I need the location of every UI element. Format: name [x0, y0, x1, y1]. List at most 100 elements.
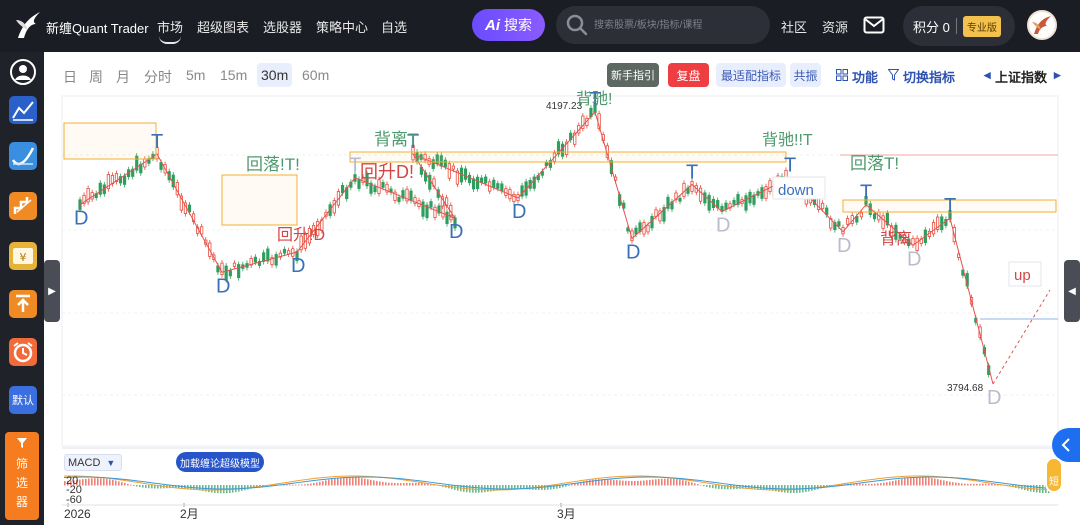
macd-histogram-bar	[676, 479, 678, 486]
candle-body	[872, 213, 877, 220]
prev-index-icon[interactable]: ◂	[984, 67, 991, 83]
macd-histogram-bar	[343, 477, 345, 486]
macd-histogram-bar	[286, 484, 288, 486]
macd-histogram-bar	[859, 483, 861, 486]
macd-histogram-bar	[979, 483, 981, 486]
function-menu[interactable]: 功能	[852, 67, 878, 86]
left-panel-toggle[interactable]: ▶	[44, 260, 60, 322]
period-month[interactable]: 月	[116, 67, 130, 87]
macd-histogram-bar	[985, 483, 987, 486]
candle-body	[682, 182, 686, 197]
pivot-label-t: T	[784, 155, 796, 177]
period-intraday[interactable]: 分时	[144, 67, 172, 87]
macd-histogram-bar	[118, 481, 120, 486]
macd-histogram-bar	[934, 478, 936, 486]
macd-histogram-bar	[952, 482, 954, 486]
pivot-box	[63, 122, 157, 160]
macd-histogram-bar	[97, 478, 99, 486]
macd-histogram-bar	[718, 485, 720, 489]
grid-function-icon[interactable]	[836, 69, 848, 81]
macd-histogram-bar	[931, 478, 933, 486]
load-model-button[interactable]: 加载缠论超级模型	[176, 452, 264, 472]
macd-histogram-bar	[364, 478, 366, 486]
best-indicator-button[interactable]: 最适配指标	[716, 63, 786, 87]
macd-histogram-bar	[991, 483, 993, 486]
x-axis-label: 2月	[180, 507, 199, 521]
beginner-guide-button[interactable]: 新手指引	[607, 63, 659, 87]
period-week[interactable]: 周	[89, 67, 103, 87]
macd-histogram-bar	[886, 482, 888, 486]
macd-histogram-bar	[409, 482, 411, 486]
macd-histogram-bar	[391, 482, 393, 486]
macd-histogram-bar	[301, 484, 303, 486]
macd-histogram-bar	[664, 478, 666, 486]
macd-histogram-bar	[862, 483, 864, 486]
filter-switch-icon[interactable]	[888, 69, 899, 81]
switch-indicator-menu[interactable]: 切换指标	[903, 67, 955, 86]
annotation-label: 回升!D	[277, 226, 325, 244]
candle-body	[98, 182, 102, 195]
macd-histogram-bar	[139, 485, 141, 488]
macd-histogram-bar	[982, 483, 984, 486]
period-15m[interactable]: 15m	[220, 67, 247, 83]
pivot-label-d: D	[449, 221, 463, 243]
macd-histogram-bar	[622, 480, 624, 486]
macd-histogram-bar	[646, 480, 648, 486]
macd-histogram-bar	[898, 479, 900, 486]
period-60m[interactable]: 60m	[302, 67, 329, 83]
period-30m[interactable]: 30m	[257, 63, 293, 87]
period-5m[interactable]: 5m	[186, 67, 205, 83]
candle-body	[428, 174, 432, 190]
macd-histogram-bar	[388, 482, 390, 486]
indicator-select[interactable]: MACD ▼	[64, 454, 122, 471]
replay-button[interactable]: 复盘	[668, 63, 709, 87]
pivot-label-d: D	[512, 201, 526, 223]
macd-histogram-bar	[895, 480, 897, 486]
period-day[interactable]: 日	[63, 67, 77, 87]
short-signal-badge[interactable]: 短	[1045, 457, 1063, 493]
annotation-label: 背离T	[374, 130, 418, 149]
macd-histogram-bar	[871, 483, 873, 486]
macd-histogram-bar	[607, 479, 609, 486]
candle-body	[253, 256, 257, 263]
index-name[interactable]: 上证指数	[995, 67, 1047, 86]
macd-histogram-bar	[109, 479, 111, 486]
pivot-label-d: D	[716, 214, 730, 236]
macd-histogram-bar	[919, 477, 921, 486]
annotation-label: 回升D!	[360, 162, 414, 182]
macd-histogram-bar	[328, 479, 330, 486]
macd-histogram-bar	[571, 484, 573, 486]
macd-histogram-bar	[700, 484, 702, 486]
candle-body	[122, 175, 127, 185]
macd-histogram-bar	[673, 478, 675, 486]
macd-histogram-bar	[340, 477, 342, 486]
resonance-button[interactable]: 共振	[790, 63, 821, 87]
candle-body	[421, 201, 425, 217]
candle-body	[484, 176, 488, 184]
macd-histogram-bar	[949, 481, 951, 486]
macd-histogram-bar	[124, 482, 126, 486]
macd-histogram-bar	[910, 477, 912, 486]
macd-histogram-bar	[325, 480, 327, 486]
macd-histogram-bar	[565, 485, 567, 487]
annotation-label: 背离	[880, 230, 912, 248]
macd-histogram-bar	[628, 480, 630, 486]
candle-body	[220, 262, 224, 275]
macd-histogram-bar	[322, 481, 324, 486]
chevron-left-icon	[1061, 438, 1070, 452]
candle-body	[429, 201, 433, 208]
chevron-down-icon: ▼	[106, 457, 116, 468]
right-panel-toggle[interactable]: ◀	[1064, 260, 1080, 322]
macd-histogram-bar	[925, 477, 927, 486]
macd-histogram-bar	[943, 480, 945, 486]
macd-histogram-bar	[988, 483, 990, 486]
macd-histogram-bar	[400, 483, 402, 486]
candle-body	[744, 195, 748, 211]
macd-histogram-bar	[136, 485, 138, 487]
pivot-label-t: T	[944, 195, 956, 217]
next-index-icon[interactable]: ▸	[1054, 67, 1061, 83]
macd-histogram-bar	[568, 485, 570, 486]
candle-body	[931, 222, 936, 235]
macd-histogram-bar	[379, 481, 381, 486]
candle-body	[646, 224, 650, 233]
